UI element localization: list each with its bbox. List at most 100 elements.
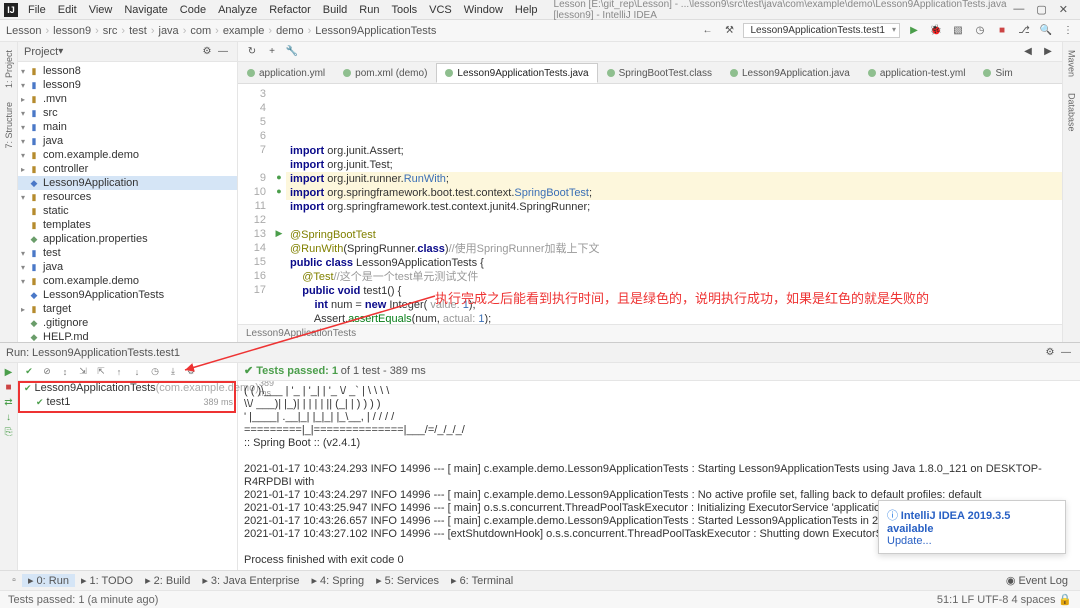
menu-refactor[interactable]: Refactor <box>263 4 317 16</box>
menu-analyze[interactable]: Analyze <box>212 4 263 16</box>
menu-tools[interactable]: Tools <box>385 4 423 16</box>
tool-window-spring[interactable]: ▸4: Spring <box>306 574 371 587</box>
coverage-icon[interactable]: ▧ <box>950 23 966 39</box>
plus-icon[interactable]: + <box>264 44 280 60</box>
menu-file[interactable]: File <box>22 4 52 16</box>
menu-vcs[interactable]: VCS <box>423 4 458 16</box>
history-icon[interactable]: ◷ <box>148 365 162 379</box>
next-icon[interactable]: ↓ <box>130 365 144 379</box>
tree-node[interactable]: ▾▮lesson9 <box>18 78 237 92</box>
more-icon[interactable]: ⋮ <box>1060 23 1076 39</box>
editor-tab[interactable]: pom.xml (demo) <box>334 63 436 83</box>
crumb[interactable]: src <box>101 25 120 37</box>
nav-left-icon[interactable]: ◀ <box>1020 44 1036 60</box>
close-icon[interactable]: ✕ <box>1059 3 1068 16</box>
gear-icon[interactable]: ⚙ <box>1042 345 1058 361</box>
tree-node[interactable]: ◆HELP.md <box>18 330 237 342</box>
rerun-icon[interactable]: ▶ <box>5 367 13 378</box>
hammer-icon[interactable]: ⚒ <box>721 23 737 39</box>
wrench-icon[interactable]: 🔧 <box>284 44 300 60</box>
tree-node[interactable]: ▮templates <box>18 218 237 232</box>
tree-node[interactable]: ◆application.properties <box>18 232 237 246</box>
tool-window-run[interactable]: ▸0: Run <box>22 574 75 587</box>
tree-node[interactable]: ▸▮.mvn <box>18 92 237 106</box>
run-config-combo[interactable]: Lesson9ApplicationTests.test1 <box>743 23 900 38</box>
show-passed-icon[interactable]: ✔ <box>22 365 36 379</box>
editor-tab[interactable]: Sim <box>974 63 1021 83</box>
tree-node[interactable]: ▾▮java <box>18 134 237 148</box>
tree-node[interactable]: ▾▮test <box>18 246 237 260</box>
gear-icon[interactable]: ⚙ <box>199 44 215 60</box>
update-notification[interactable]: ⓘ IntelliJ IDEA 2019.3.5 available Updat… <box>878 500 1066 554</box>
tool-window-build[interactable]: ▸2: Build <box>139 574 196 587</box>
editor-tab[interactable]: SpringBootTest.class <box>598 63 721 83</box>
export-icon[interactable]: ⤓ <box>166 365 180 379</box>
crumb[interactable]: com <box>188 25 213 37</box>
editor-tab[interactable]: application.yml <box>238 63 334 83</box>
menu-edit[interactable]: Edit <box>52 4 83 16</box>
menu-window[interactable]: Window <box>458 4 509 16</box>
crumb[interactable]: lesson9 <box>51 25 93 37</box>
crumb[interactable]: demo <box>274 25 306 37</box>
menu-code[interactable]: Code <box>174 4 212 16</box>
project-tree[interactable]: ▾▮lesson8▾▮lesson9▸▮.mvn▾▮src▾▮main▾▮jav… <box>18 62 237 342</box>
tree-node[interactable]: ▾▮com.example.demo <box>18 274 237 288</box>
sync-icon[interactable]: ↻ <box>244 44 260 60</box>
project-tool-button[interactable]: 1: Project <box>4 46 14 92</box>
menu-navigate[interactable]: Navigate <box>118 4 173 16</box>
tree-node[interactable]: ▮static <box>18 204 237 218</box>
crumb[interactable]: test <box>127 25 149 37</box>
marker-gutter[interactable]: ●●▶ <box>272 84 286 324</box>
tool-window-java-enterprise[interactable]: ▸3: Java Enterprise <box>196 574 305 587</box>
settings-icon[interactable]: ⚙ <box>184 365 198 379</box>
tree-node[interactable]: ▾▮lesson8 <box>18 64 237 78</box>
test-row[interactable]: ✔test1389 ms <box>18 395 237 409</box>
expand-icon[interactable]: ⇲ <box>76 365 90 379</box>
tree-node[interactable]: ▸▮target <box>18 302 237 316</box>
tree-node[interactable]: ▾▮resources <box>18 190 237 204</box>
editor-tab[interactable]: application-test.yml <box>859 63 975 83</box>
stop-run-icon[interactable]: ■ <box>5 382 11 393</box>
search-icon[interactable]: 🔍 <box>1038 23 1054 39</box>
tree-node[interactable]: ▸▮controller <box>18 162 237 176</box>
tree-node[interactable]: ▾▮java <box>18 260 237 274</box>
menu-view[interactable]: View <box>83 4 119 16</box>
event-log-button[interactable]: ◉ Event Log <box>1000 574 1074 587</box>
hide-icon[interactable]: — <box>1058 345 1074 361</box>
menu-help[interactable]: Help <box>509 4 544 16</box>
tree-node[interactable]: ▾▮main <box>18 120 237 134</box>
menu-build[interactable]: Build <box>317 4 353 16</box>
run-icon[interactable]: ▶ <box>906 23 922 39</box>
editor-breadcrumb[interactable]: Lesson9ApplicationTests <box>238 324 1062 342</box>
tree-node[interactable]: ▾▮src <box>18 106 237 120</box>
show-failed-icon[interactable]: ⊘ <box>40 365 54 379</box>
crumb[interactable]: Lesson9ApplicationTests <box>313 25 438 37</box>
down-icon[interactable]: ↓ <box>6 412 11 423</box>
stop-icon[interactable]: ■ <box>994 23 1010 39</box>
nav-right-icon[interactable]: ▶ <box>1040 44 1056 60</box>
lock-icon[interactable]: 🔒 <box>1058 593 1072 606</box>
tree-node[interactable]: ◆Lesson9Application <box>18 176 237 190</box>
maven-tool-button[interactable]: Maven <box>1067 46 1077 81</box>
tree-node[interactable]: ▾▮com.example.demo <box>18 148 237 162</box>
pin-icon[interactable]: ⎘ <box>5 427 13 438</box>
minimize-icon[interactable]: — <box>1013 3 1024 16</box>
tree-node[interactable]: ◆.gitignore <box>18 316 237 330</box>
crumb[interactable]: java <box>157 25 181 37</box>
structure-tool-button[interactable]: 7: Structure <box>4 98 14 153</box>
test-row[interactable]: ✔Lesson9ApplicationTests (com.example.de… <box>18 381 237 395</box>
toggle-icon[interactable]: ⇄ <box>4 397 12 408</box>
tree-node[interactable]: ◆Lesson9ApplicationTests <box>18 288 237 302</box>
maximize-icon[interactable]: ▢ <box>1036 3 1046 16</box>
crumb[interactable]: example <box>221 25 267 37</box>
database-tool-button[interactable]: Database <box>1067 89 1077 136</box>
tool-window-terminal[interactable]: ▸6: Terminal <box>445 574 519 587</box>
back-icon[interactable]: ← <box>699 23 715 39</box>
collapse-all-icon[interactable]: ⇱ <box>94 365 108 379</box>
editor-tab[interactable]: Lesson9Application.java <box>721 63 859 83</box>
problems-icon[interactable]: ▫ <box>6 573 22 589</box>
sort-icon[interactable]: ↕ <box>58 365 72 379</box>
crumb[interactable]: Lesson <box>4 25 43 37</box>
tool-window-services[interactable]: ▸5: Services <box>370 574 445 587</box>
editor-tab[interactable]: Lesson9ApplicationTests.java <box>436 63 597 83</box>
